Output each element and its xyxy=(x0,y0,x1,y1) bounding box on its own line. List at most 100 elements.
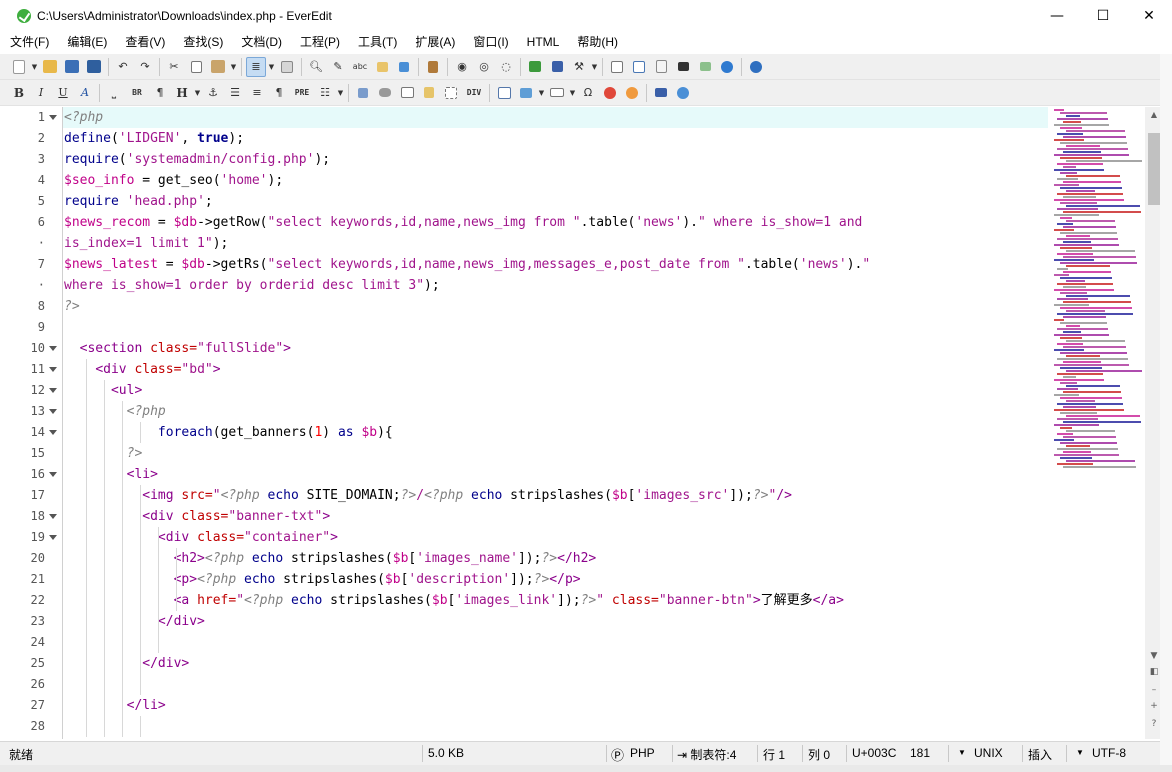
paste-dropdown-icon[interactable]: ▼ xyxy=(229,63,238,71)
code-line[interactable]: <div class="banner-txt"> xyxy=(63,506,1048,527)
eol-dropdown-icon[interactable]: ▼ xyxy=(958,748,966,757)
code-line[interactable]: $seo_info = get_seo('home'); xyxy=(63,170,1048,191)
code-line[interactable]: ?> xyxy=(63,443,1048,464)
code-line[interactable]: <ul> xyxy=(63,380,1048,401)
frame-icon[interactable] xyxy=(441,83,461,103)
input-icon[interactable] xyxy=(547,83,567,103)
div-button[interactable]: DIV xyxy=(463,83,485,103)
code-line[interactable]: <div class="bd"> xyxy=(63,359,1048,380)
help-icon[interactable] xyxy=(746,57,766,77)
macro-list-icon[interactable]: ◌ xyxy=(496,57,516,77)
new-file-dropdown-icon[interactable]: ▼ xyxy=(30,63,39,71)
status-encoding[interactable]: UTF-8 xyxy=(1092,746,1126,760)
fold-toggle-icon[interactable] xyxy=(49,430,57,435)
fold-toggle-icon[interactable] xyxy=(49,472,57,477)
menu-window[interactable]: 窗口(I) xyxy=(463,31,516,53)
code-line[interactable]: is_index=1 limit 1"); xyxy=(63,233,1048,254)
code-line[interactable]: <?php xyxy=(63,401,1048,422)
redo-icon[interactable]: ↷ xyxy=(135,57,155,77)
menu-view[interactable]: 查看(V) xyxy=(115,31,173,53)
code-line[interactable]: $news_latest = $db->getRs("select keywor… xyxy=(63,254,1048,275)
code-line[interactable]: ?> xyxy=(63,296,1048,317)
code-line[interactable]: </li> xyxy=(63,695,1048,716)
status-line-ending[interactable]: UNIX xyxy=(974,746,1003,760)
maximize-button[interactable]: ☐ xyxy=(1080,0,1126,31)
menu-document[interactable]: 文档(D) xyxy=(231,31,290,53)
paste-icon[interactable] xyxy=(208,57,228,77)
play-macro-icon[interactable]: ◎ xyxy=(474,57,494,77)
anchor-icon[interactable]: ⚓ xyxy=(203,83,223,103)
status-insert-mode[interactable]: 插入 xyxy=(1028,746,1052,763)
code-line[interactable]: <img src="<?php echo SITE_DOMAIN;?>/<?ph… xyxy=(63,485,1048,506)
fold-toggle-icon[interactable] xyxy=(49,514,57,519)
pre-button[interactable]: PRE xyxy=(291,83,313,103)
menu-tools[interactable]: 工具(T) xyxy=(348,31,405,53)
html-validate-icon[interactable] xyxy=(651,83,671,103)
color-picker-icon[interactable] xyxy=(600,83,620,103)
list-dropdown-icon[interactable]: ▼ xyxy=(336,89,345,97)
menu-project[interactable]: 工程(P) xyxy=(290,31,348,53)
pilcrow-icon[interactable]: ¶ xyxy=(269,83,289,103)
replace-icon[interactable]: ✎ xyxy=(328,57,348,77)
word-wrap-dropdown-icon[interactable]: ▼ xyxy=(267,63,276,71)
heading-dropdown-icon[interactable]: ▼ xyxy=(193,89,202,97)
underline-button[interactable]: U xyxy=(53,83,73,103)
fold-toggle-icon[interactable] xyxy=(49,115,57,120)
code-line[interactable]: $news_recom = $db->getRow("select keywor… xyxy=(63,212,1048,233)
encoding-dropdown-icon[interactable]: ▼ xyxy=(1076,748,1084,757)
plugin-icon[interactable] xyxy=(525,57,545,77)
font-button[interactable]: A xyxy=(75,83,95,103)
align-icon[interactable]: ≡ xyxy=(247,83,267,103)
picture-icon[interactable] xyxy=(516,83,536,103)
code-line[interactable] xyxy=(63,716,1048,737)
menu-help[interactable]: 帮助(H) xyxy=(567,31,626,53)
code-line[interactable]: require 'head.php'; xyxy=(63,191,1048,212)
tools-icon[interactable]: ⚒ xyxy=(569,57,589,77)
picture-dropdown-icon[interactable]: ▼ xyxy=(537,89,546,97)
clipboard-icon[interactable] xyxy=(651,57,671,77)
close-button[interactable]: ✕ xyxy=(1126,0,1172,31)
minimize-button[interactable]: — xyxy=(1034,0,1080,31)
preview-icon[interactable] xyxy=(673,83,693,103)
code-line[interactable] xyxy=(63,632,1048,653)
explorer-icon[interactable] xyxy=(607,57,627,77)
code-line[interactable]: foreach(get_banners(1) as $b){ xyxy=(63,422,1048,443)
undo-icon[interactable]: ↶ xyxy=(113,57,133,77)
copy-icon[interactable] xyxy=(186,57,206,77)
record-macro-icon[interactable]: ◉ xyxy=(452,57,472,77)
status-language[interactable]: PHP xyxy=(630,746,655,760)
image-icon[interactable] xyxy=(375,83,395,103)
menu-html[interactable]: HTML xyxy=(517,31,568,53)
code-line[interactable]: require('systemadmin/config.php'); xyxy=(63,149,1048,170)
code-line[interactable]: </div> xyxy=(63,611,1048,632)
find-icon[interactable]: 🔍︎ xyxy=(306,57,326,77)
table-icon[interactable] xyxy=(397,83,417,103)
code-line[interactable]: define('LIDGEN', true); xyxy=(63,128,1048,149)
fold-toggle-icon[interactable] xyxy=(49,409,57,414)
grid-icon[interactable] xyxy=(695,57,715,77)
br-button[interactable]: BR xyxy=(126,83,148,103)
menu-search[interactable]: 查找(S) xyxy=(173,31,231,53)
heading-button[interactable]: H xyxy=(172,83,192,103)
code-line[interactable]: where is_show=1 order by orderid desc li… xyxy=(63,275,1048,296)
find-in-files-icon[interactable] xyxy=(372,57,392,77)
structure-icon[interactable] xyxy=(394,57,414,77)
code-line[interactable]: </div> xyxy=(63,653,1048,674)
code-line[interactable]: <div class="container"> xyxy=(63,527,1048,548)
fold-toggle-icon[interactable] xyxy=(49,367,57,372)
code-line[interactable]: <h2><?php echo stripslashes($b['images_n… xyxy=(63,548,1048,569)
menu-file[interactable]: 文件(F) xyxy=(0,31,57,53)
code-line[interactable] xyxy=(63,674,1048,695)
paragraph-button[interactable]: ¶ xyxy=(150,83,170,103)
spell-check-icon[interactable]: abc xyxy=(350,57,370,77)
console-icon[interactable] xyxy=(673,57,693,77)
palette-icon[interactable] xyxy=(622,83,642,103)
special-char-button[interactable]: Ω xyxy=(578,83,598,103)
italic-button[interactable]: I xyxy=(31,83,51,103)
list-icon[interactable]: ☷ xyxy=(315,83,335,103)
column-mode-icon[interactable] xyxy=(277,57,297,77)
code-line[interactable]: <section class="fullSlide"> xyxy=(63,338,1048,359)
cut-icon[interactable]: ✂ xyxy=(164,57,184,77)
status-tab-size[interactable]: ⇥ 制表符:4 xyxy=(677,746,736,763)
outline-icon[interactable] xyxy=(629,57,649,77)
